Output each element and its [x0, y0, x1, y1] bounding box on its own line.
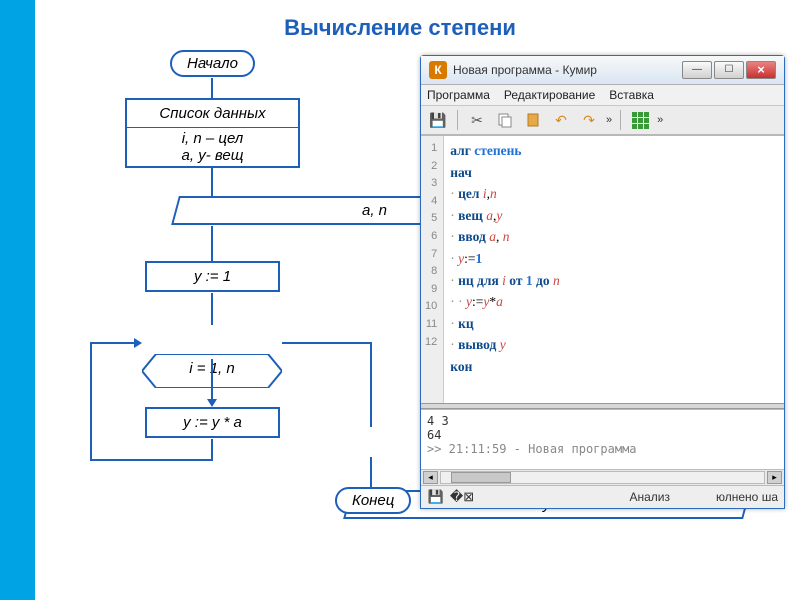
menubar: Программа Редактирование Вставка [421, 85, 784, 106]
h-scrollbar[interactable]: ◂ ▸ [421, 469, 784, 485]
minimize-button[interactable]: — [682, 61, 712, 79]
undo-icon[interactable]: ↶ [550, 110, 572, 130]
menu-edit[interactable]: Редактирование [504, 88, 595, 102]
flow-types: i, n – цел a, y- вещ [125, 128, 300, 168]
toolbar: 💾 ✂ ↶ ↷ » » [421, 106, 784, 135]
flow-start: Начало [170, 50, 255, 77]
flow-types-real: a, y- вещ [135, 147, 290, 164]
console-log: >> 21:11:59 - Новая программа [427, 442, 778, 456]
paste-icon[interactable] [522, 110, 544, 130]
scroll-right-button[interactable]: ▸ [767, 471, 782, 484]
window-title: Новая программа - Кумир [453, 63, 676, 77]
toolbar-overflow-2[interactable]: » [657, 114, 663, 126]
status-analysis[interactable]: Анализ [630, 490, 671, 504]
window-controls: — ☐ × [682, 61, 776, 79]
flow-types-int: i, n – цел [135, 130, 290, 147]
status-exec: юлнено ша [716, 490, 778, 504]
scroll-left-button[interactable]: ◂ [423, 471, 438, 484]
run-grid-icon[interactable] [629, 110, 651, 130]
flow-data-label: Список данных [125, 98, 300, 129]
titlebar[interactable]: К Новая программа - Кумир — ☐ × [421, 56, 784, 85]
flow-body: y := y * a [145, 407, 280, 438]
page-title: Вычисление степени [0, 15, 800, 41]
console-input: 4 3 [427, 414, 778, 428]
ide-window: К Новая программа - Кумир — ☐ × Программ… [420, 55, 785, 509]
copy-icon[interactable] [494, 110, 516, 130]
scroll-thumb[interactable] [451, 472, 511, 483]
statusbar: 💾 �⊠ Анализ юлнено ша [421, 485, 784, 508]
save-icon[interactable]: 💾 [427, 110, 449, 130]
maximize-button[interactable]: ☐ [714, 61, 744, 79]
redo-icon[interactable]: ↷ [578, 110, 600, 130]
status-clear-icon[interactable]: �⊠ [453, 489, 471, 505]
flowchart: Начало Список данных i, n – цел a, y- ве… [35, 50, 435, 600]
line-gutter: 123456789101112 [421, 136, 444, 403]
flow-init: y := 1 [145, 261, 280, 292]
flow-end: Конец [335, 487, 411, 514]
code-body[interactable]: алг степень нач · цел i,n · вещ a,y · вв… [444, 136, 565, 403]
console-output: 64 [427, 428, 778, 442]
scroll-track[interactable] [440, 471, 765, 484]
menu-insert[interactable]: Вставка [609, 88, 654, 102]
close-button[interactable]: × [746, 61, 776, 79]
menu-program[interactable]: Программа [427, 88, 490, 102]
cut-icon[interactable]: ✂ [466, 110, 488, 130]
status-save-icon[interactable]: 💾 [427, 489, 445, 505]
decoration-left-bar [0, 0, 35, 600]
app-icon: К [429, 61, 447, 79]
console[interactable]: 4 3 64 >> 21:11:59 - Новая программа [421, 409, 784, 469]
code-editor[interactable]: 123456789101112 алг степень нач · цел i,… [421, 135, 784, 403]
toolbar-overflow-1[interactable]: » [606, 114, 612, 126]
